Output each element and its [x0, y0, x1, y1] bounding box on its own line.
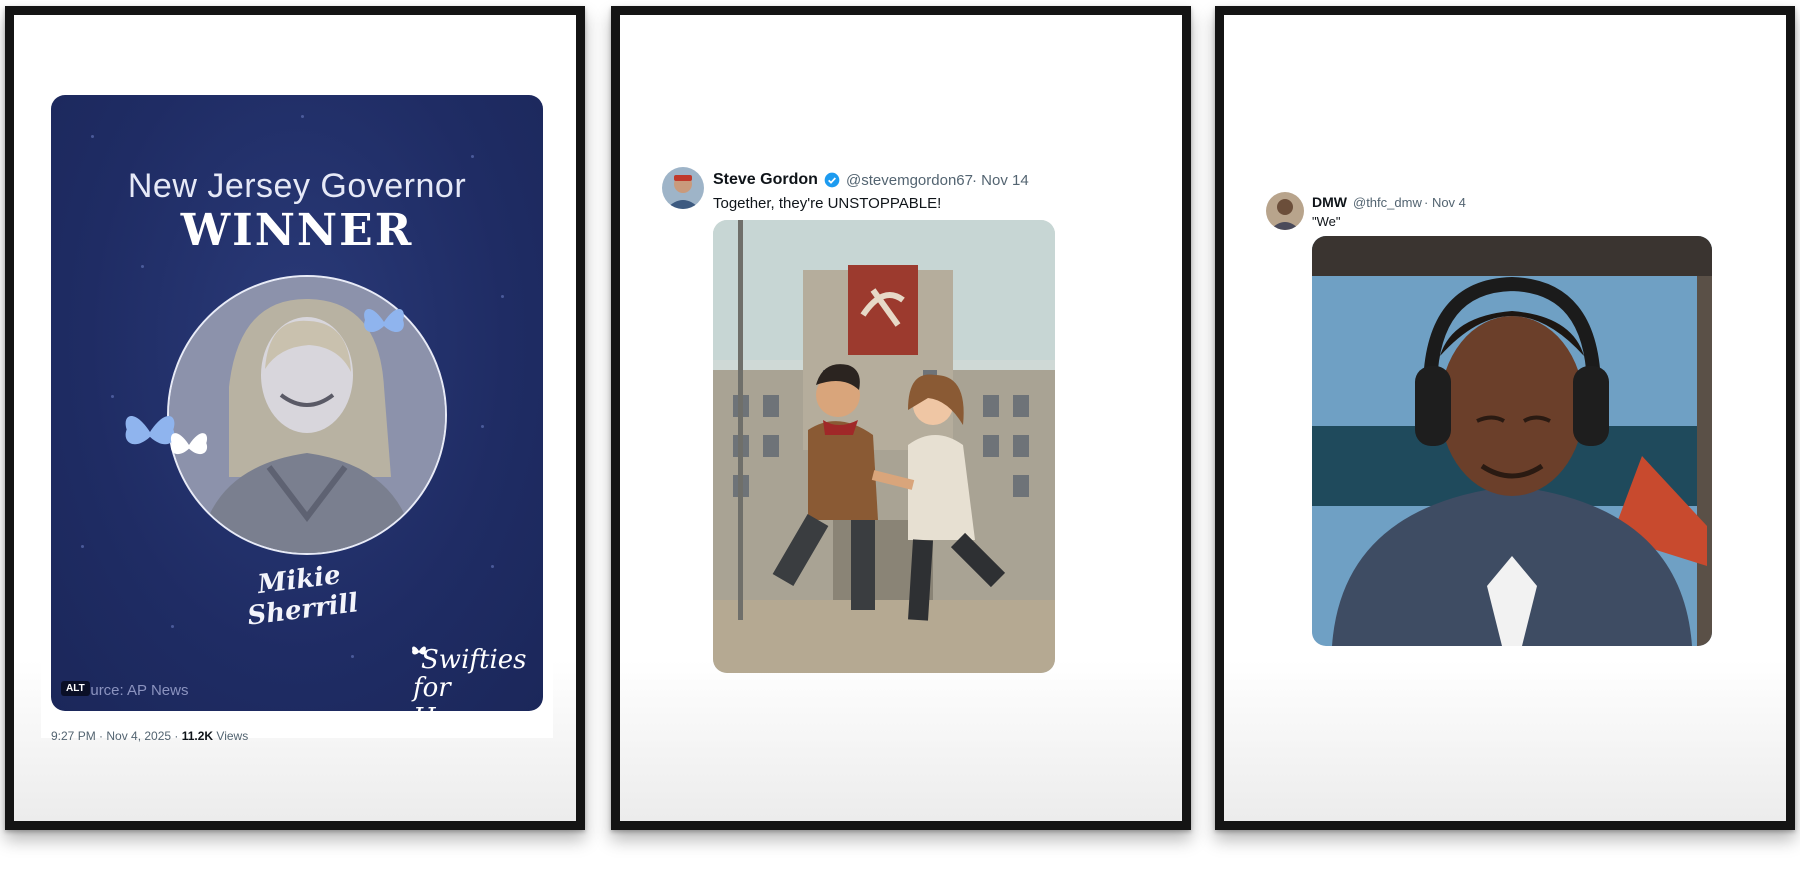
- star-decoration: [111, 395, 114, 398]
- star-decoration: [491, 565, 494, 568]
- tweet-card[interactable]: Steve Gordon @stevemgordon67 · Nov 14 To…: [650, 155, 1110, 673]
- tweet-text: "We": [1312, 214, 1341, 229]
- butterfly-icon: [170, 433, 208, 455]
- star-decoration: [301, 115, 304, 118]
- poster-winner-label: WINNER: [180, 205, 414, 256]
- frame-mat: New Jersey Governor WINNER Mikie Sherril…: [14, 15, 576, 821]
- frame-mat: Steve Gordon @stevemgordon67 · Nov 14 To…: [620, 15, 1182, 821]
- tweet-card[interactable]: New Jersey Governor WINNER Mikie Sherril…: [41, 77, 553, 743]
- author-handle[interactable]: @stevemgordon67: [846, 172, 973, 189]
- butterfly-icon: [364, 308, 404, 333]
- swifties-for-hope-logo: Swifties for Hope: [412, 643, 527, 711]
- star-decoration: [501, 295, 504, 298]
- star-decoration: [481, 425, 484, 428]
- tweet-media-image[interactable]: [713, 220, 1055, 673]
- avatar[interactable]: [1266, 192, 1304, 230]
- avatar-image: [662, 167, 704, 209]
- star-decoration: [81, 545, 84, 548]
- author-handle[interactable]: @thfc_dmw: [1353, 195, 1422, 210]
- tweet-date[interactable]: · Nov 4: [1424, 195, 1466, 210]
- winner-poster-image[interactable]: New Jersey Governor WINNER Mikie Sherril…: [51, 95, 543, 711]
- candidate-name: Mikie Sherrill: [245, 560, 360, 632]
- logo-text-line1: Swifties: [421, 645, 527, 675]
- views-label: Views: [213, 729, 249, 743]
- author-display-name[interactable]: DMW: [1312, 194, 1347, 210]
- picture-frame-3: DMW @thfc_dmw · Nov 4 "We": [1215, 6, 1795, 830]
- cartoon-couple-illustration: [713, 220, 1055, 673]
- star-decoration: [91, 135, 94, 138]
- tweet-time[interactable]: 9:27 PM · Nov 4, 2025 ·: [51, 729, 182, 743]
- tweet-text: Together, they're UNSTOPPABLE!: [713, 195, 942, 212]
- tweet-timestamp-views: 9:27 PM · Nov 4, 2025 · 11.2K Views: [51, 729, 248, 743]
- poster-heading: New Jersey Governor: [127, 167, 467, 205]
- star-decoration: [471, 155, 474, 158]
- tweet-media-image[interactable]: [1312, 236, 1712, 646]
- verified-badge-icon: [824, 172, 840, 188]
- avatar-image: [1266, 192, 1304, 230]
- hammer-and-sickle-banner: [848, 265, 918, 355]
- alt-text-badge[interactable]: ALT: [61, 681, 90, 696]
- picture-frame-2: Steve Gordon @stevemgordon67 · Nov 14 To…: [611, 6, 1191, 830]
- frame-mat: DMW @thfc_dmw · Nov 4 "We": [1224, 15, 1786, 821]
- star-decoration: [351, 655, 354, 658]
- headphones-selfie-photo: [1312, 236, 1712, 646]
- tweet-card[interactable]: DMW @thfc_dmw · Nov 4 "We": [1254, 180, 1764, 646]
- author-display-name[interactable]: Steve Gordon: [713, 171, 818, 189]
- logo-text-line2: for Hope: [413, 673, 483, 711]
- avatar[interactable]: [662, 167, 704, 209]
- picture-frame-1: New Jersey Governor WINNER Mikie Sherril…: [5, 6, 585, 830]
- tweet-date[interactable]: · Nov 14: [972, 172, 1029, 189]
- star-decoration: [171, 625, 174, 628]
- views-count: 11.2K: [181, 729, 214, 743]
- star-decoration: [141, 265, 144, 268]
